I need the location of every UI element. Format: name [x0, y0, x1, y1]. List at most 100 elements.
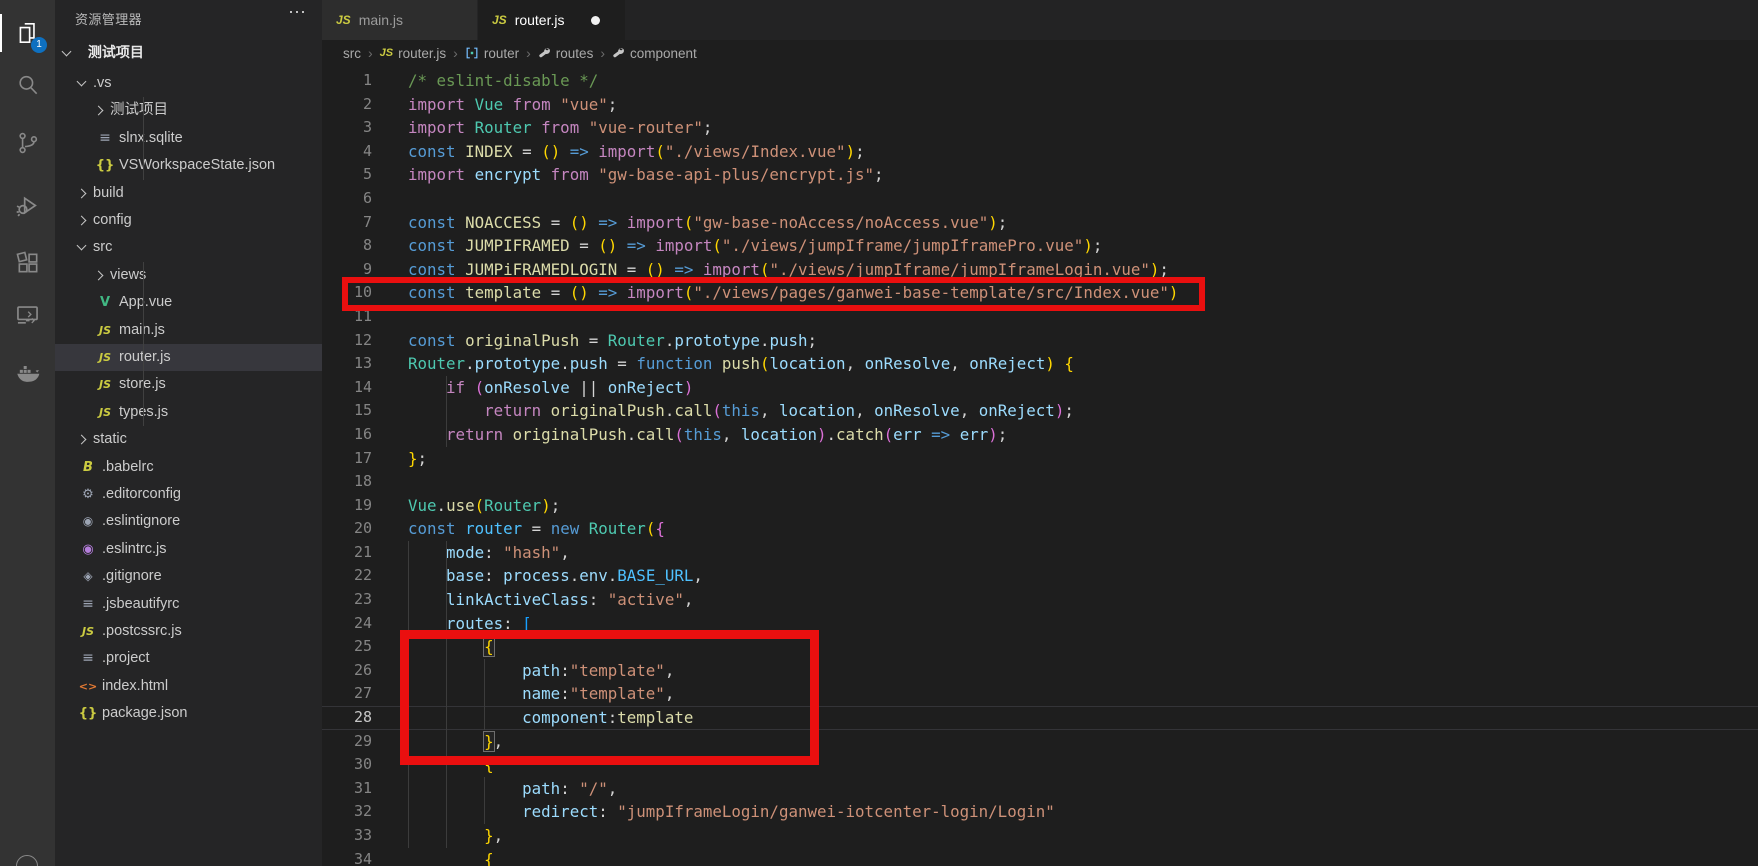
line-number: 6 — [322, 187, 372, 211]
remote-explorer-icon[interactable] — [0, 290, 55, 340]
tree-item-views[interactable]: views — [55, 262, 322, 289]
explorer-icon[interactable]: 1 — [0, 8, 55, 58]
tree-item-.vs[interactable]: .vs — [55, 70, 322, 97]
tree-item-types.js[interactable]: JStypes.js — [55, 399, 322, 426]
code-line-23: 23 linkActiveClass: "active", — [322, 588, 1758, 612]
breadcrumb-separator: › — [526, 45, 531, 61]
js-file-icon: JS — [95, 344, 115, 371]
tree-item-main.js[interactable]: JSmain.js — [55, 317, 322, 344]
code-line-32: 32 redirect: "jumpIframeLogin/ganwei-iot… — [322, 800, 1758, 824]
indent-guide — [446, 376, 447, 447]
explorer-more-actions[interactable]: ⋯ — [288, 2, 306, 23]
tree-item-.project[interactable]: ≡.project — [55, 645, 322, 672]
line-number: 19 — [322, 494, 372, 518]
code-line-8: 8const JUMPIFRAMED = () => import("./vie… — [322, 234, 1758, 258]
modified-dot-icon[interactable] — [591, 16, 600, 25]
code-line-22: 22 base: process.env.BASE_URL, — [322, 564, 1758, 588]
source-control-icon[interactable] — [0, 118, 55, 168]
tree-item-.jsbeautifyrc[interactable]: ≡.jsbeautifyrc — [55, 591, 322, 618]
line-number: 17 — [322, 447, 372, 471]
vscode-window: 1 — [0, 0, 1758, 866]
tree-item-.eslintignore[interactable]: ◉.eslintignore — [55, 508, 322, 535]
code-line-28: 28 component:template — [322, 706, 1758, 730]
tree-item-store.js[interactable]: JSstore.js — [55, 371, 322, 398]
tree-item-router.js[interactable]: JSrouter.js — [55, 344, 322, 371]
line-number: 34 — [322, 848, 372, 866]
tab-label: main.js — [359, 12, 403, 28]
tree-item-_[interactable]: 测试项目 — [55, 97, 322, 124]
run-debug-icon[interactable] — [0, 180, 55, 230]
code-text: /* eslint-disable */ — [408, 69, 598, 93]
tree-root-folder[interactable]: 测试项目 — [55, 38, 322, 66]
code-text: { — [408, 753, 494, 777]
code-editor[interactable]: 1/* eslint-disable */2import Vue from "v… — [322, 66, 1758, 866]
code-text: path: "/", — [408, 777, 617, 801]
breadcrumb-item-routes[interactable]: routes — [538, 46, 594, 61]
html-file-icon: <> — [78, 673, 98, 700]
breadcrumb-separator: › — [453, 45, 458, 61]
breadcrumb-item-router.js[interactable]: JSrouter.js — [380, 46, 447, 61]
indent-guide — [484, 777, 485, 824]
code-text: Vue.use(Router); — [408, 494, 560, 518]
line-number: 12 — [322, 329, 372, 353]
breadcrumb: src›JSrouter.js›router›routes›component — [322, 40, 1758, 66]
account-icon[interactable] — [16, 855, 38, 866]
breadcrumb-label: router — [484, 46, 519, 61]
code-text: const router = new Router({ — [408, 517, 665, 541]
code-text: const template = () => import("./views/p… — [408, 281, 1178, 305]
js-file-icon: JS — [95, 317, 115, 344]
tree-item-.postcssrc.js[interactable]: JS.postcssrc.js — [55, 618, 322, 645]
tree-item-App.vue[interactable]: VApp.vue — [55, 289, 322, 316]
breadcrumb-item-src[interactable]: src — [343, 46, 361, 61]
tab-main.js[interactable]: JSmain.js — [322, 0, 478, 40]
line-number: 15 — [322, 399, 372, 423]
code-line-31: 31 path: "/", — [322, 777, 1758, 801]
search-icon[interactable] — [0, 60, 55, 110]
tree-item-.gitignore[interactable]: ◈.gitignore — [55, 563, 322, 590]
code-line-7: 7const NOACCESS = () => import("gw-base-… — [322, 211, 1758, 235]
code-line-21: 21 mode: "hash", — [322, 541, 1758, 565]
code-text: Router.prototype.push = function push(lo… — [408, 352, 1074, 376]
chevron-down-icon — [62, 47, 72, 57]
line-number: 16 — [322, 423, 372, 447]
line-number: 29 — [322, 730, 372, 754]
tab-router.js[interactable]: JSrouter.js — [478, 0, 625, 40]
lines-file-icon: ≡ — [95, 125, 115, 152]
breadcrumb-item-router[interactable]: router — [465, 46, 519, 61]
line-number: 9 — [322, 258, 372, 282]
extensions-icon[interactable] — [0, 238, 55, 288]
code-line-9: 9const JUMPiFRAMEDLOGIN = () => import("… — [322, 258, 1758, 282]
code-line-20: 20const router = new Router({ — [322, 517, 1758, 541]
breadcrumb-item-component[interactable]: component — [612, 46, 697, 61]
tree-item-build[interactable]: build — [55, 180, 322, 207]
tree-item-.editorconfig[interactable]: ⚙.editorconfig — [55, 481, 322, 508]
tree-item-.babelrc[interactable]: B.babelrc — [55, 454, 322, 481]
code-text: base: process.env.BASE_URL, — [408, 564, 703, 588]
tree-item-index.html[interactable]: <>index.html — [55, 673, 322, 700]
line-number: 22 — [322, 564, 372, 588]
tree-item-slnx.sqlite[interactable]: ≡slnx.sqlite — [55, 125, 322, 152]
chevron-down-icon — [77, 241, 87, 251]
tree-item-.eslintrc.js[interactable]: ◉.eslintrc.js — [55, 536, 322, 563]
tree-item-label: build — [93, 185, 124, 201]
tree-item-config[interactable]: config — [55, 207, 322, 234]
code-line-34: 34 { — [322, 848, 1758, 866]
breadcrumb-label: component — [630, 46, 697, 61]
line-number: 27 — [322, 682, 372, 706]
tree-item-static[interactable]: static — [55, 426, 322, 453]
code-text: return originalPush.call(this, location,… — [408, 399, 1074, 423]
docker-icon[interactable] — [0, 348, 55, 398]
line-number: 28 — [322, 706, 372, 730]
tree-item-label: src — [93, 239, 112, 255]
tree-item-src[interactable]: src — [55, 234, 322, 261]
code-text: }; — [408, 447, 427, 471]
code-text: }, — [408, 730, 503, 754]
tree-item-VSWorkspaceState.json[interactable]: {}VSWorkspaceState.json — [55, 152, 322, 179]
code-line-25: 25 { — [322, 635, 1758, 659]
code-line-1: 1/* eslint-disable */ — [322, 69, 1758, 93]
tree-item-label: .eslintignore — [102, 513, 180, 529]
code-line-15: 15 return originalPush.call(this, locati… — [322, 399, 1758, 423]
line-number: 26 — [322, 659, 372, 683]
tree-item-package.json[interactable]: {}package.json — [55, 700, 322, 727]
wrench-icon — [538, 47, 551, 60]
